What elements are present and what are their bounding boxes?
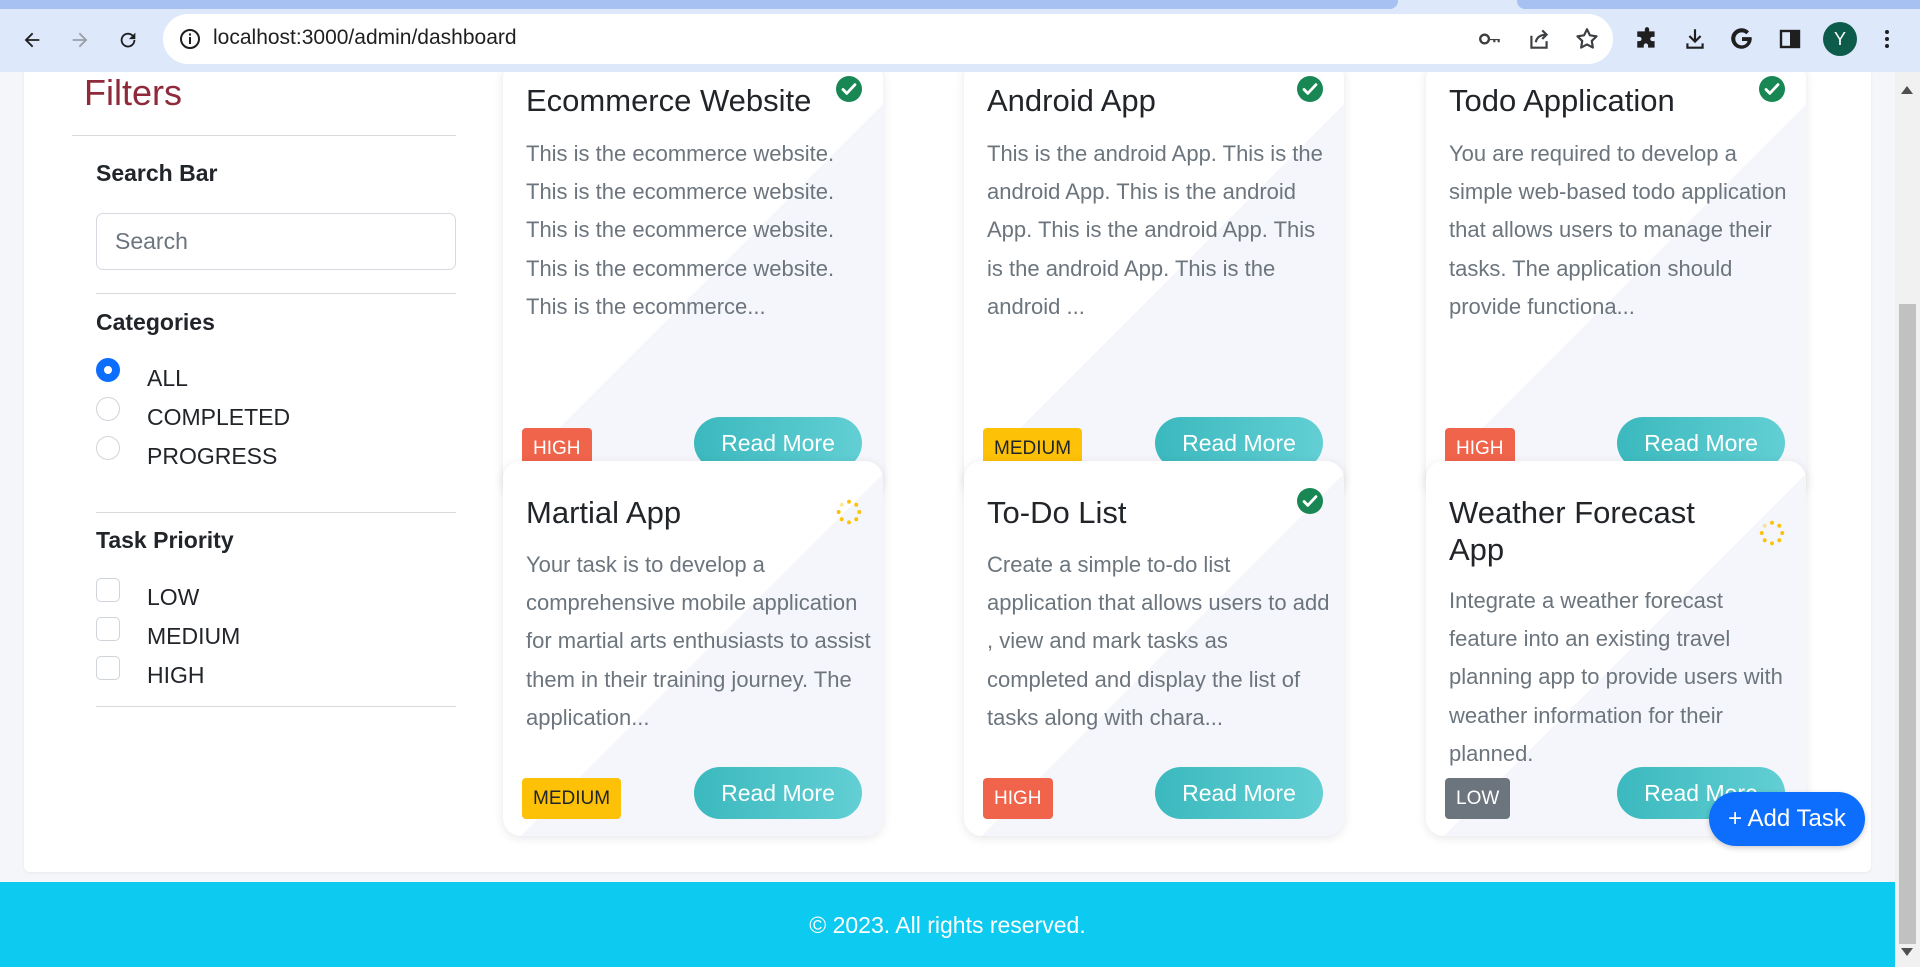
scroll-down-arrow-icon[interactable] <box>1901 948 1913 956</box>
task-card: Weather Forecast App Integrate a weather… <box>1426 461 1806 836</box>
task-title: Todo Application <box>1449 83 1675 118</box>
task-description: Integrate a weather forecast feature int… <box>1449 588 1783 766</box>
read-more-button[interactable]: Read More <box>1155 767 1323 819</box>
divider <box>96 706 456 707</box>
task-priority-heading: Task Priority <box>96 527 234 553</box>
category-radio-completed[interactable] <box>96 397 120 421</box>
menu-kebab-icon[interactable] <box>1872 24 1902 54</box>
priority-label-high: HIGH <box>147 662 205 688</box>
task-description: This is the ecommerce website. This is t… <box>526 141 835 319</box>
search-input[interactable] <box>96 213 456 270</box>
reload-icon[interactable] <box>110 22 146 58</box>
spinner-icon <box>1759 520 1785 546</box>
priority-label-medium: MEDIUM <box>147 623 241 649</box>
task-description: You are required to develop a simple web… <box>1449 141 1787 319</box>
footer-copyright: © 2023. All rights reserved. <box>809 912 1086 938</box>
priority-badge: MEDIUM <box>522 778 622 819</box>
priority-checkbox-high[interactable] <box>96 656 120 680</box>
scroll-up-arrow-icon[interactable] <box>1901 86 1913 94</box>
task-title: Martial App <box>526 495 682 530</box>
task-description: This is the android App. This is the and… <box>987 141 1323 319</box>
read-more-button[interactable]: Read More <box>694 767 862 819</box>
priority-checkbox-medium[interactable] <box>96 617 120 641</box>
page-viewport: Filters Search Bar Categories ALL COMPLE… <box>0 72 1895 967</box>
forward-icon[interactable] <box>62 22 98 58</box>
category-radio-progress[interactable] <box>96 436 120 460</box>
divider <box>96 293 456 294</box>
check-circle-icon <box>836 76 862 102</box>
categories-heading: Categories <box>96 309 215 335</box>
back-icon[interactable] <box>14 22 50 58</box>
profile-avatar[interactable]: Y <box>1823 22 1857 56</box>
footer: © 2023. All rights reserved. <box>0 882 1895 967</box>
share-icon[interactable] <box>1526 26 1552 52</box>
filters-title: Filters <box>84 72 182 113</box>
page-scrollbar[interactable] <box>1895 72 1920 967</box>
category-radio-all[interactable] <box>96 358 120 382</box>
category-label-progress: PROGRESS <box>147 443 278 469</box>
site-info-icon[interactable] <box>178 27 202 51</box>
download-icon[interactable] <box>1680 24 1710 54</box>
task-card: Ecommerce Website This is the ecommerce … <box>503 72 883 496</box>
tab[interactable] <box>1517 0 1920 9</box>
task-title: Android App <box>987 83 1156 118</box>
category-label-completed: COMPLETED <box>147 404 291 430</box>
priority-badge: LOW <box>1445 778 1511 819</box>
add-task-button[interactable]: + Add Task <box>1709 792 1865 846</box>
priority-checkbox-low[interactable] <box>96 578 120 602</box>
check-circle-icon <box>1297 76 1323 102</box>
check-circle-icon <box>1297 488 1323 514</box>
category-label-all: ALL <box>147 365 188 391</box>
key-icon[interactable] <box>1477 26 1503 52</box>
bookmark-star-icon[interactable] <box>1574 26 1600 52</box>
side-panel-icon[interactable] <box>1775 24 1805 54</box>
check-circle-icon <box>1759 76 1785 102</box>
url-text[interactable]: localhost:3000/admin/dashboard <box>213 26 517 50</box>
scrollbar-thumb[interactable] <box>1899 304 1916 944</box>
search-bar-heading: Search Bar <box>96 160 218 186</box>
google-icon[interactable] <box>1727 24 1757 54</box>
task-card: Todo Application You are required to dev… <box>1426 72 1806 496</box>
task-card: Android App This is the android App. Thi… <box>964 72 1344 496</box>
divider <box>96 512 456 513</box>
task-card: Martial App Your task is to develop a co… <box>503 461 883 836</box>
task-title: Ecommerce Website <box>526 83 812 118</box>
task-title: To-Do List <box>987 495 1127 530</box>
task-description: Create a simple to-do list application t… <box>987 552 1330 730</box>
task-card: To-Do List Create a simple to-do list ap… <box>964 461 1344 836</box>
divider <box>72 135 456 136</box>
extensions-icon[interactable] <box>1632 24 1662 54</box>
task-description: Your task is to develop a comprehensive … <box>526 552 871 730</box>
active-tab[interactable] <box>0 0 1398 9</box>
task-title: Weather Forecast App <box>1449 495 1695 567</box>
priority-badge: HIGH <box>983 778 1053 819</box>
priority-label-low: LOW <box>147 584 200 610</box>
spinner-icon <box>836 499 862 525</box>
